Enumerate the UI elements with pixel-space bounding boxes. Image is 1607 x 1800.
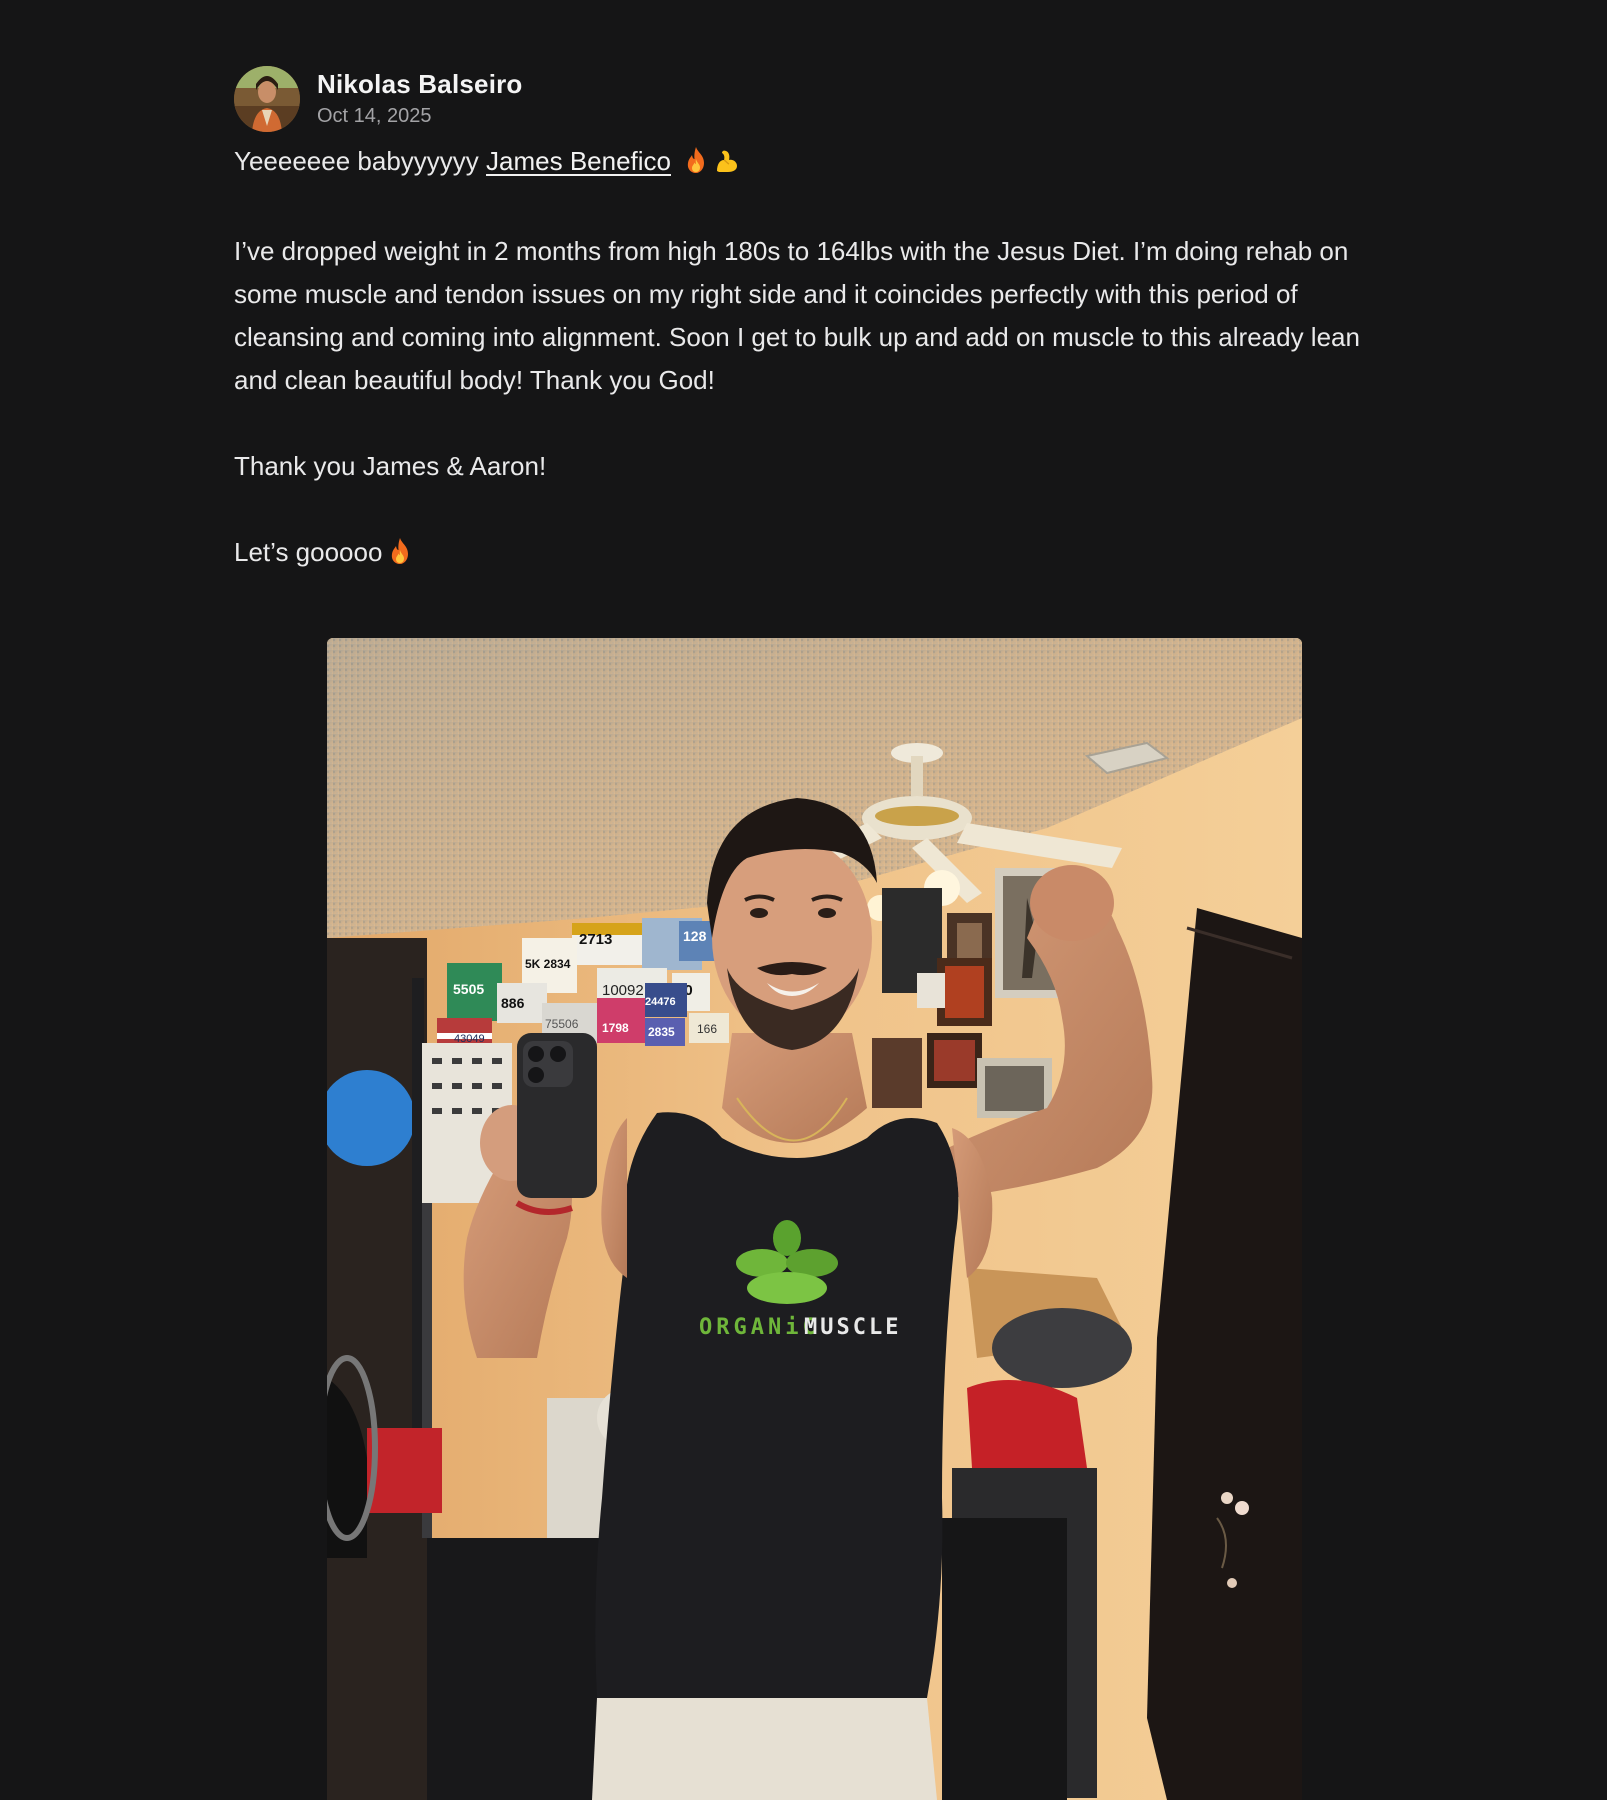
bib-number: 75506 xyxy=(545,1017,579,1031)
author-meta: Nikolas Balseiro Oct 14, 2025 xyxy=(317,69,523,129)
post-body: Yeeeeeee babyyyyyy James Benefico I’ve d… xyxy=(234,140,1384,578)
post-card: Nikolas Balseiro Oct 14, 2025 Yeeeeeee b… xyxy=(234,66,1384,578)
bib-number: 5K 2834 xyxy=(525,957,571,971)
post-photo[interactable]: 2713 5K 2834 128 5505 10092 50 886 24476… xyxy=(327,638,1302,1800)
bib-number: 2713 xyxy=(579,931,612,948)
shirt-brand-right: MUSCLE xyxy=(804,1315,901,1340)
post-paragraph-1: I’ve dropped weight in 2 months from hig… xyxy=(234,236,1360,395)
bib-number: 5505 xyxy=(453,981,484,997)
post-paragraph-3-text: Let’s gooooo xyxy=(234,537,383,567)
post-paragraph-3: Let’s gooooo xyxy=(234,531,1384,578)
post-paragraph-2: Thank you James & Aaron! xyxy=(234,451,547,481)
bib-number: 128 xyxy=(683,928,707,944)
bib-number: 1798 xyxy=(602,1021,629,1035)
shirt-brand-left: ORGANiC xyxy=(699,1315,820,1340)
author-name[interactable]: Nikolas Balseiro xyxy=(317,69,523,99)
avatar-photo-icon xyxy=(234,66,300,132)
bib-number: 2835 xyxy=(648,1025,675,1039)
author-avatar[interactable] xyxy=(234,66,300,132)
flexed-biceps-icon xyxy=(714,144,740,187)
fire-icon xyxy=(684,144,708,187)
bib-number: 10092 xyxy=(602,982,644,999)
bib-number: 24476 xyxy=(645,996,676,1008)
mention-link[interactable]: James Benefico xyxy=(486,146,671,176)
post-date[interactable]: Oct 14, 2025 xyxy=(317,103,523,129)
bib-number: 166 xyxy=(697,1022,717,1036)
post-line-1: Yeeeeeee babyyyyyy James Benefico xyxy=(234,140,1384,187)
mirror-selfie-photo-icon: 2713 5K 2834 128 5505 10092 50 886 24476… xyxy=(327,638,1302,1800)
fire-icon xyxy=(388,535,412,578)
bib-number: 886 xyxy=(501,995,525,1011)
post-line-1-text: Yeeeeeee babyyyyyy xyxy=(234,146,479,176)
post-header: Nikolas Balseiro Oct 14, 2025 xyxy=(234,66,1384,132)
